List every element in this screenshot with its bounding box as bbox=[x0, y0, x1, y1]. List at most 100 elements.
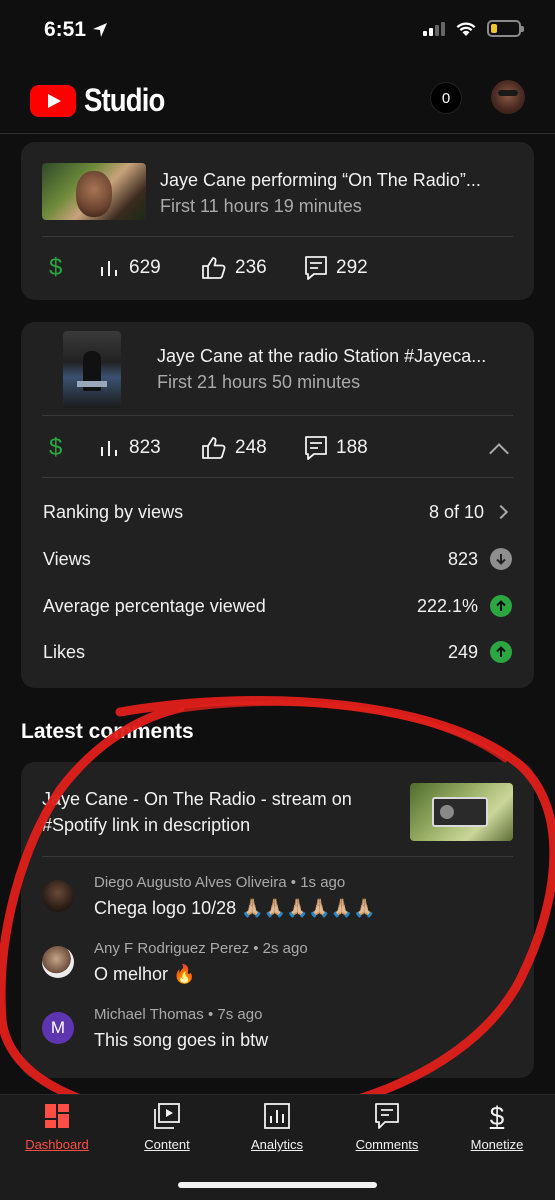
comment-icon bbox=[305, 256, 327, 280]
comment-item[interactable]: Diego Augusto Alves Oliveira • 1s ago Ch… bbox=[42, 874, 513, 928]
status-icons bbox=[423, 20, 524, 37]
nav-content[interactable]: Content bbox=[117, 1103, 217, 1152]
nav-label: Dashboard bbox=[25, 1137, 89, 1152]
comment-item[interactable]: M Michael Thomas • 7s ago This song goes… bbox=[42, 1006, 513, 1060]
thumbs-up-icon bbox=[202, 437, 226, 459]
account-avatar[interactable] bbox=[491, 80, 525, 114]
comment-meta: Michael Thomas • 7s ago bbox=[94, 1006, 263, 1023]
nav-label: Monetize bbox=[470, 1137, 524, 1152]
comments-metric: 292 bbox=[304, 253, 368, 283]
latest-comments-card[interactable]: Jaye Cane - On The Radio - stream on #Sp… bbox=[21, 762, 534, 1078]
analytics-icon bbox=[263, 1103, 291, 1129]
chevron-right-icon bbox=[493, 504, 509, 520]
stat-value: 8 of 10 bbox=[428, 501, 484, 522]
commenter-avatar bbox=[42, 880, 74, 912]
battery-icon bbox=[487, 20, 524, 37]
dashboard-icon bbox=[43, 1103, 71, 1129]
dollar-icon: $ bbox=[49, 254, 63, 281]
comments-metric: 188 bbox=[304, 433, 368, 463]
clock-text: 6:51 bbox=[44, 18, 87, 41]
location-arrow-icon bbox=[93, 23, 108, 37]
comment-item[interactable]: Any F Rodriguez Perez • 2s ago O melhor … bbox=[42, 940, 513, 994]
likes-metric: 248 bbox=[201, 433, 267, 463]
app-header: Studio 0 bbox=[0, 62, 555, 134]
cell-signal-icon bbox=[423, 21, 445, 36]
comment-meta: Any F Rodriguez Perez • 2s ago bbox=[94, 940, 308, 957]
bar-chart-icon bbox=[101, 441, 117, 456]
arrow-up-icon bbox=[490, 641, 512, 663]
stat-value: 249 bbox=[447, 641, 478, 662]
video-card[interactable]: Jaye Cane at the radio Station #Jayeca..… bbox=[21, 322, 534, 688]
comment-time: 2s ago bbox=[262, 940, 308, 957]
views-metric: 629 bbox=[99, 253, 161, 283]
youtube-studio-logo[interactable]: Studio bbox=[30, 82, 178, 119]
dollar-icon: $ bbox=[49, 434, 63, 461]
nav-label: Analytics bbox=[250, 1137, 304, 1152]
stat-row-views: Views 823 bbox=[43, 544, 512, 574]
comment-icon bbox=[305, 436, 327, 460]
nav-label: Content bbox=[144, 1137, 190, 1152]
arrow-up-icon bbox=[490, 595, 512, 617]
nav-dashboard[interactable]: Dashboard bbox=[7, 1103, 107, 1152]
comment-video-title[interactable]: Jaye Cane - On The Radio - stream on #Sp… bbox=[42, 786, 392, 838]
monetization-metric: $ bbox=[49, 433, 62, 463]
video-title[interactable]: Jaye Cane at the radio Station #Jayeca..… bbox=[157, 346, 486, 367]
comment-author: Michael Thomas bbox=[94, 1006, 204, 1023]
thumbs-up-icon bbox=[202, 257, 226, 279]
app-name: Studio bbox=[84, 82, 165, 118]
divider bbox=[42, 236, 513, 237]
video-thumbnail[interactable] bbox=[42, 163, 146, 220]
comments-icon bbox=[373, 1103, 401, 1129]
nav-comments[interactable]: Comments bbox=[337, 1103, 437, 1152]
stat-label: Ranking by views bbox=[43, 501, 184, 522]
home-indicator[interactable] bbox=[178, 1182, 377, 1188]
likes-count: 248 bbox=[235, 437, 267, 458]
video-subtitle: First 21 hours 50 minutes bbox=[157, 372, 361, 392]
comment-time: 1s ago bbox=[300, 874, 346, 891]
arrow-down-icon bbox=[490, 548, 512, 570]
comment-meta: Diego Augusto Alves Oliveira • 1s ago bbox=[94, 874, 346, 891]
stat-row-avg-percentage: Average percentage viewed 222.1% bbox=[43, 591, 512, 621]
video-thumbnail[interactable] bbox=[410, 783, 513, 841]
stat-label: Likes bbox=[43, 641, 86, 662]
status-time: 6:51 bbox=[44, 18, 108, 42]
stat-row-ranking[interactable]: Ranking by views 8 of 10 bbox=[43, 497, 512, 527]
video-subtitle: First 11 hours 19 minutes bbox=[160, 196, 362, 216]
video-thumbnail[interactable] bbox=[63, 331, 121, 408]
divider bbox=[42, 477, 513, 478]
comment-text: Chega logo 10/28 🙏🏼🙏🏼🙏🏼🙏🏼🙏🏼🙏🏼 bbox=[94, 898, 376, 918]
stat-label: Views bbox=[43, 548, 91, 569]
comment-author: Diego Augusto Alves Oliveira bbox=[94, 874, 287, 891]
nav-label: Comments bbox=[355, 1137, 419, 1152]
divider bbox=[42, 856, 513, 857]
bar-chart-icon bbox=[101, 261, 117, 276]
nav-analytics[interactable]: Analytics bbox=[227, 1103, 327, 1152]
stat-label: Average percentage viewed bbox=[43, 595, 266, 616]
views-count: 629 bbox=[129, 257, 161, 278]
content-icon bbox=[153, 1103, 181, 1129]
video-title[interactable]: Jaye Cane performing “On The Radio”... bbox=[160, 170, 481, 191]
monetization-metric: $ bbox=[49, 253, 62, 283]
notifications-button[interactable]: 0 bbox=[430, 82, 462, 114]
views-metric: 823 bbox=[99, 433, 161, 463]
comment-author: Any F Rodriguez Perez bbox=[94, 940, 250, 957]
status-bar: 6:51 bbox=[0, 0, 555, 62]
commenter-avatar: M bbox=[42, 1012, 74, 1044]
video-card[interactable]: Jaye Cane performing “On The Radio”... F… bbox=[21, 142, 534, 300]
commenter-avatar bbox=[42, 946, 74, 978]
divider bbox=[42, 415, 513, 416]
collapse-chevron-up-icon[interactable] bbox=[489, 443, 509, 463]
nav-monetize[interactable]: $ Monetize bbox=[447, 1101, 547, 1153]
section-title: Latest comments bbox=[21, 720, 194, 743]
comments-count: 292 bbox=[336, 257, 368, 278]
stat-row-likes: Likes 249 bbox=[43, 637, 512, 667]
comment-text: This song goes in btw bbox=[94, 1030, 269, 1050]
comment-text: O melhor 🔥 bbox=[94, 964, 196, 984]
youtube-play-icon bbox=[30, 84, 76, 117]
comment-time: 7s ago bbox=[217, 1006, 263, 1023]
likes-metric: 236 bbox=[201, 253, 267, 283]
wifi-icon bbox=[456, 21, 476, 36]
likes-count: 236 bbox=[235, 257, 267, 278]
comments-count: 188 bbox=[336, 437, 368, 458]
views-count: 823 bbox=[129, 437, 161, 458]
